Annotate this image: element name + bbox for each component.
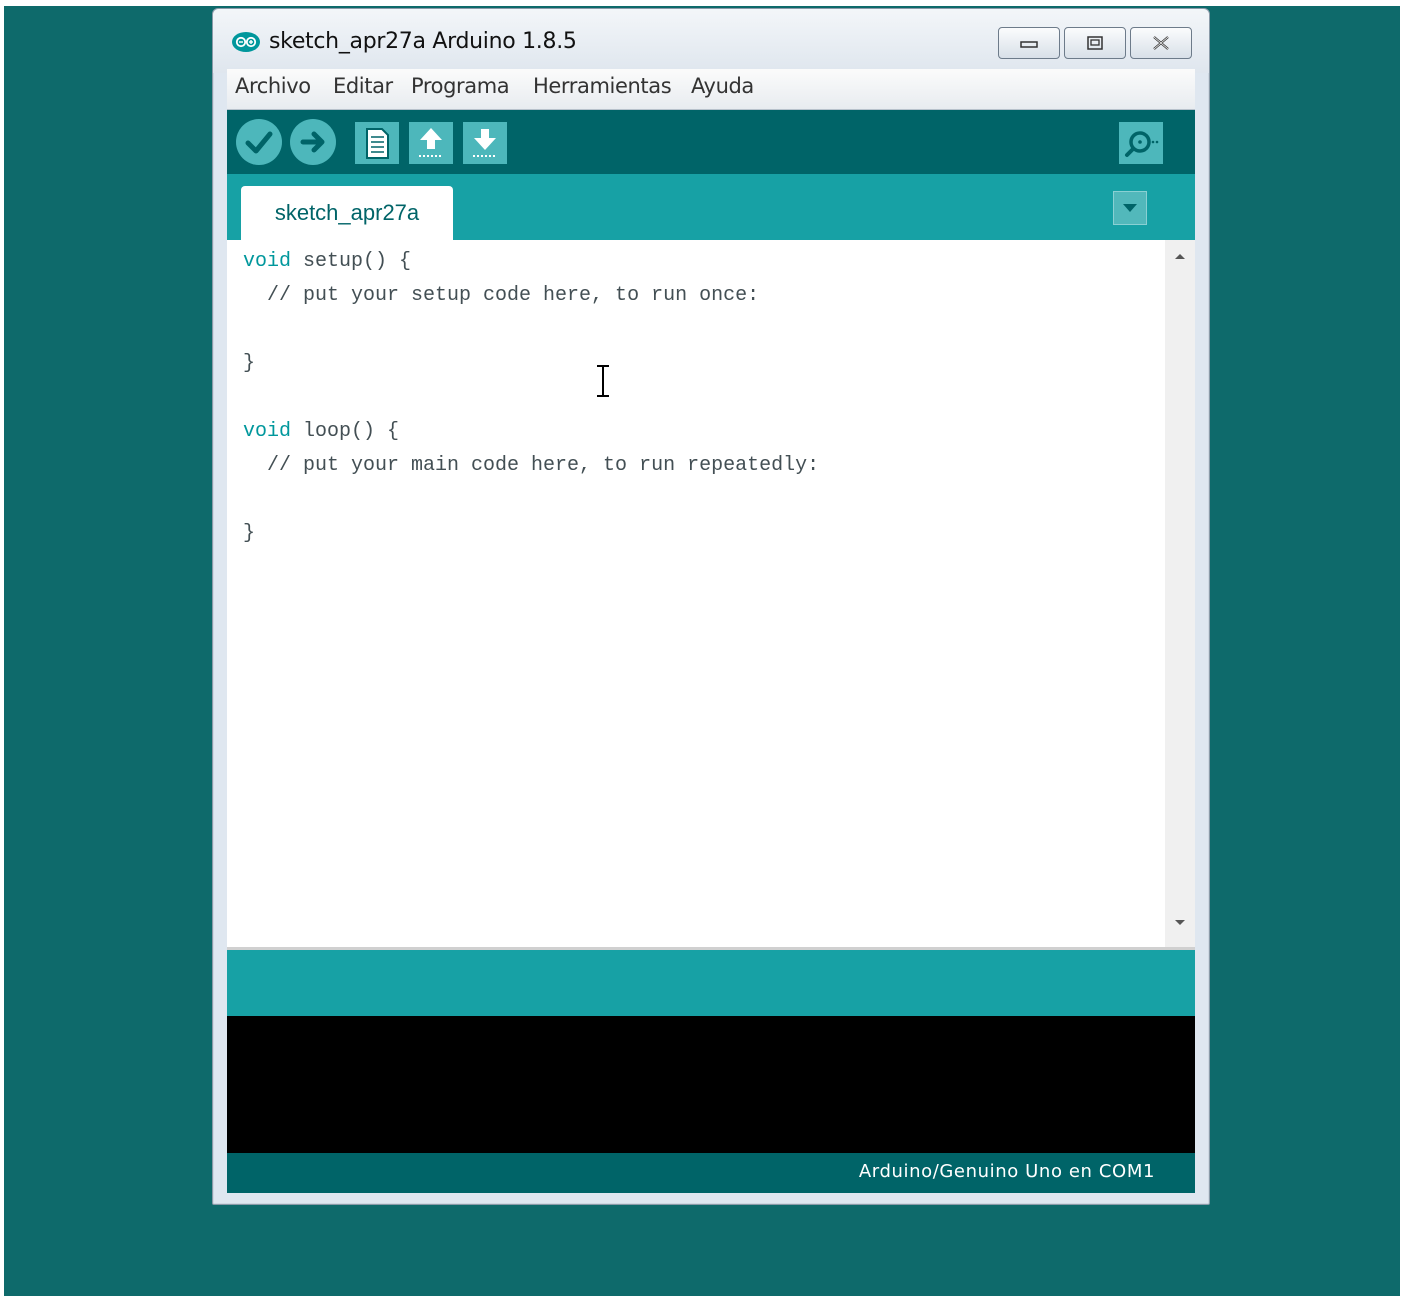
save-sketch-icon[interactable]	[463, 122, 507, 164]
console-output[interactable]	[227, 1016, 1195, 1153]
menu-bar: Archivo Editar Programa Herramientas Ayu…	[227, 69, 1195, 110]
menu-ayuda[interactable]: Ayuda	[691, 74, 754, 98]
code-line: // put your main code here, to run repea…	[243, 454, 820, 477]
menu-editar[interactable]: Editar	[333, 74, 393, 98]
maximize-button[interactable]	[1064, 27, 1126, 59]
code-line: }	[243, 522, 256, 545]
close-button[interactable]	[1130, 27, 1192, 59]
scroll-down-icon[interactable]	[1173, 919, 1187, 927]
tab-label: sketch_apr27a	[274, 200, 420, 225]
toolbar	[227, 110, 1195, 174]
chevron-down-icon	[1123, 204, 1137, 212]
verify-icon[interactable]	[235, 118, 283, 166]
board-footer: Arduino/Genuino Uno en COM1	[227, 1153, 1195, 1193]
scroll-up-icon[interactable]	[1173, 252, 1187, 260]
maximize-icon	[1087, 36, 1103, 50]
menu-programa[interactable]: Programa	[411, 74, 510, 98]
board-port-label: Arduino/Genuino Uno en COM1	[858, 1161, 1155, 1182]
status-bar	[227, 950, 1195, 1016]
menu-archivo[interactable]: Archivo	[235, 74, 311, 98]
arduino-logo-icon	[232, 32, 260, 52]
code-line: void setup() {	[243, 250, 412, 273]
window-title: sketch_apr27a Arduino 1.8.5	[269, 29, 577, 54]
tab-menu-button[interactable]	[1113, 191, 1147, 225]
upload-icon[interactable]	[289, 118, 337, 166]
minimize-icon	[1020, 41, 1038, 48]
text-cursor-icon	[597, 365, 609, 397]
menu-herramientas[interactable]: Herramientas	[533, 74, 672, 98]
tab-bar: sketch_apr27a	[227, 174, 1195, 240]
title-bar: sketch_apr27a Arduino 1.8.5	[213, 9, 1209, 73]
new-sketch-icon[interactable]	[355, 122, 399, 164]
open-sketch-icon[interactable]	[409, 122, 453, 164]
vertical-scrollbar[interactable]	[1165, 240, 1195, 947]
code-line: void loop() {	[243, 420, 400, 443]
minimize-button[interactable]	[998, 27, 1060, 59]
code-editor[interactable]: void setup() { // put your setup code he…	[227, 240, 1165, 947]
code-line: // put your setup code here, to run once…	[243, 284, 760, 307]
arduino-ide-window: sketch_apr27a Arduino 1.8.5 Archivo Edit…	[212, 8, 1210, 1205]
close-icon	[1153, 36, 1169, 50]
serial-monitor-icon[interactable]	[1119, 122, 1163, 164]
code-line: }	[243, 352, 256, 375]
tab-sketch[interactable]: sketch_apr27a	[241, 186, 453, 240]
